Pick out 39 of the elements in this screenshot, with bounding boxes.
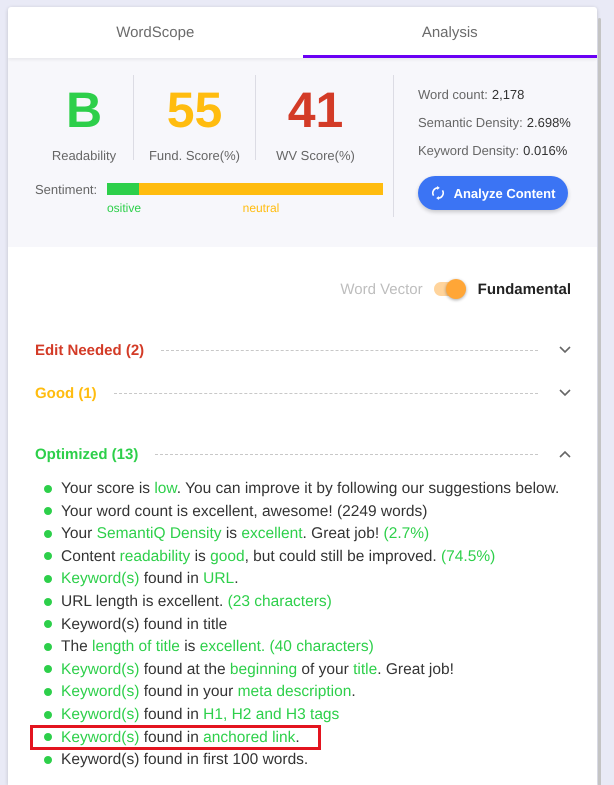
score-value: 41 — [288, 85, 344, 135]
score-label: Readability — [52, 148, 116, 164]
chevron-down-icon[interactable] — [559, 346, 571, 354]
suggestion-text: Content readability is good, but could still be improved. (74.5%) — [61, 546, 496, 566]
suggestion-text: Your SemantiQ Density is excellent. Great job! (2.7%) — [61, 524, 430, 544]
tab[interactable]: WordScope — [8, 7, 302, 58]
toggle-label: Fundamental — [478, 280, 571, 298]
sentiment-label: Sentiment: — [35, 182, 98, 199]
suggestion-text: URL length is excellent. (23 characters) — [61, 592, 332, 612]
metric-label: Word count: — [418, 87, 488, 102]
scrollbar-thumb[interactable] — [598, 18, 601, 785]
metric-label: Keyword Density: — [418, 143, 520, 158]
suggestion-text: Keyword(s) found in H1, H2 and H3 tags — [61, 705, 340, 724]
suggestion-text: Keyword(s) found in your meta description. — [61, 682, 356, 702]
metric-value: 0.016% — [523, 143, 568, 158]
positive-label: ositive — [107, 201, 142, 215]
metric-value: 2.698% — [526, 115, 571, 130]
analyze-content-button[interactable]: Analyze Content — [418, 176, 568, 210]
suggestion-text: Keyword(s) found in anchored link. — [61, 728, 300, 747]
metric-value: 2,178 — [492, 87, 524, 102]
suggestion-text: Keyword(s) found in URL. — [61, 569, 238, 588]
section-title[interactable]: Edit Needed (2) — [35, 342, 144, 358]
metric-label: Semantic Density: — [418, 115, 523, 130]
toggle-switch[interactable] — [434, 279, 466, 299]
suggestion-text: Your score is low. You can improve it by following our suggestions below. — [61, 479, 560, 498]
score-value: B — [66, 85, 102, 135]
suggestion-text: Keyword(s) found in title — [61, 614, 228, 634]
suggestion-text: Your word count is excellent, awesome! (2249 words) — [61, 502, 428, 521]
neutral-label: neutral — [242, 201, 280, 215]
suggestion-text: Keyword(s) found in first 100 words. — [61, 750, 308, 770]
chevron-down-icon[interactable] — [559, 389, 571, 397]
score-label: Fund. Score(%) — [148, 148, 240, 164]
score-label: WV Score(%) — [276, 148, 355, 164]
suggestion-text: Keyword(s) found at the beginning of your title. Great job! — [61, 660, 454, 679]
toggle-label: Word Vector — [340, 280, 423, 298]
score-value: 55 — [166, 85, 222, 135]
chevron-up-icon[interactable] — [559, 450, 571, 458]
suggestion-text: The length of title is excellent. (40 characters) — [61, 637, 374, 656]
refresh-icon — [430, 186, 445, 200]
